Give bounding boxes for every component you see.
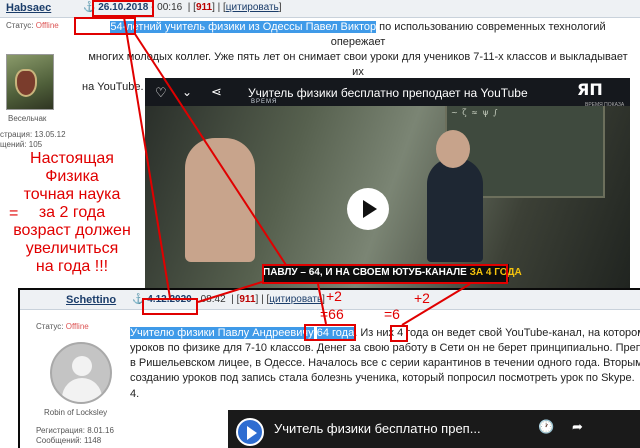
annotation-line: возраст должен [13,222,131,239]
post2-number[interactable]: 911 [239,294,255,305]
clock-icon[interactable]: 🕐 [538,419,554,435]
avatar[interactable] [6,54,54,110]
annotation-line: за 2 года [38,204,106,221]
chevron-down-icon[interactable]: ⌄ [182,85,192,99]
post1-registration: страция: 13.05.12 [0,130,66,139]
status-label: Статус: [36,322,64,331]
video-player-1[interactable]: ~ ζ ≈ ψ ∫ ♡ ⌄ ⋖ Учитель физики бесплатно… [145,78,630,290]
status-label: Статус: [6,21,34,30]
video-player-2[interactable]: Учитель физики бесплатно преп... 🕐 ➦ [228,410,640,448]
status-value: Offline [65,322,89,331]
post2-highlight-name: Учителю физики Павлу Андреевичу [130,327,314,339]
channel-logo-icon[interactable] [236,418,264,446]
post2-time: - 08:42 [194,294,226,305]
video1-board-text: ~ ζ ≈ ψ ∫ [451,108,499,117]
share-icon[interactable]: ➦ [572,419,583,435]
highlight-box-caption [262,264,508,284]
highlight-box-years2 [390,325,408,342]
video1-teacher [427,158,483,262]
status-value: Offline [35,21,59,30]
post2-sidebar: Статус: Offline Robin of Locksley Регист… [20,312,128,448]
post2-line2: уроков по физике для 7-10 классов. Денег… [130,342,640,354]
share-icon[interactable]: ⋖ [211,84,222,100]
video1-student [185,138,255,262]
post1-sidebar: Статус: Offline Весельчак страция: 13.05… [0,18,78,149]
post2-registration: Регистрация: 8.01.16 [36,426,114,435]
play-icon [247,426,257,440]
highlight-box-age1 [74,17,136,35]
screenshot-page: Habsaec ⚓ 26.10.2018 - 00:16 | [911] | [… [0,0,640,448]
shield-icon [15,69,37,97]
post1-number[interactable]: 911 [196,2,212,13]
post1-line2: многих молодых коллег. Уже пять лет он с… [88,51,628,78]
annotation-text: Настоящая Физика точная наука за 2 года … [8,150,136,276]
post2-status: Статус: Offline [36,322,89,331]
heart-icon[interactable]: ♡ [155,85,167,101]
video1-teacher-head [436,130,470,168]
channel-logo: ЯП [577,80,603,99]
post2-messages: Сообщений: 1148 [36,436,102,445]
user-silhouette-icon [72,356,92,376]
post1-messages: щений: 105 [0,140,43,149]
play-icon [363,200,377,218]
annotation-line: на года !!! [35,258,109,275]
annotation-line: увеличиться [25,240,119,257]
post1-quote-link[interactable]: цитировать [226,2,279,13]
mark-plus-left: +2 [326,288,342,304]
post1-time: - 00:16 [151,2,183,13]
post2-body: Учителю физики Павлу Андреевичу 64 года.… [130,326,640,386]
annotation-line: Настоящая [30,150,114,167]
post2-line5: 4. [130,388,140,400]
post2-line3: в Ришельевском лицее, в Одессе. Началось… [130,357,640,369]
post2-line4: созданию уроков под запись стала болезнь… [130,372,635,384]
user-silhouette-body [62,378,102,402]
video1-title[interactable]: Учитель физики бесплатно преподает на Yo… [248,86,528,100]
post2-line1: Учителю физики Павлу Андреевичу 64 года.… [130,326,640,341]
video1-channel-right: ВРЕМЯ ПОКАЗА [585,102,625,108]
highlight-box-date2 [142,298,198,315]
post1-status: Статус: Offline [6,21,59,30]
post1-rank: Весельчак [8,114,47,123]
highlight-box-date1 [92,0,154,17]
highlight-box-age2 [304,324,356,341]
video2-title[interactable]: Учитель физики бесплатно преп... [274,421,481,436]
post2-quote-link[interactable]: цитировать [269,294,322,305]
avatar[interactable] [50,342,112,404]
mark-eq-left: =66 [320,306,344,322]
post1-highlight-rest: учитель физики из Одессы Павел Виктор [161,21,377,33]
play-button[interactable] [347,188,389,230]
annotation-equals: = [9,205,19,222]
post2-line1-tail: года он ведет свой YouTube-канал, на кот… [403,327,640,339]
post1-line1: 54-летний учитель физики из Одессы Павел… [82,20,634,50]
mark-plus-right: +2 [414,290,430,306]
video1-channel: ВРЕМЯ [251,99,278,105]
post1-username[interactable]: Habsaec [6,2,51,14]
mark-eq-right: =6 [384,306,400,322]
post2-username[interactable]: Schettino [66,294,116,306]
annotation-line: Физика [45,168,99,185]
post2-rank: Robin of Locksley [44,408,108,417]
annotation-line: точная наука [23,186,121,203]
